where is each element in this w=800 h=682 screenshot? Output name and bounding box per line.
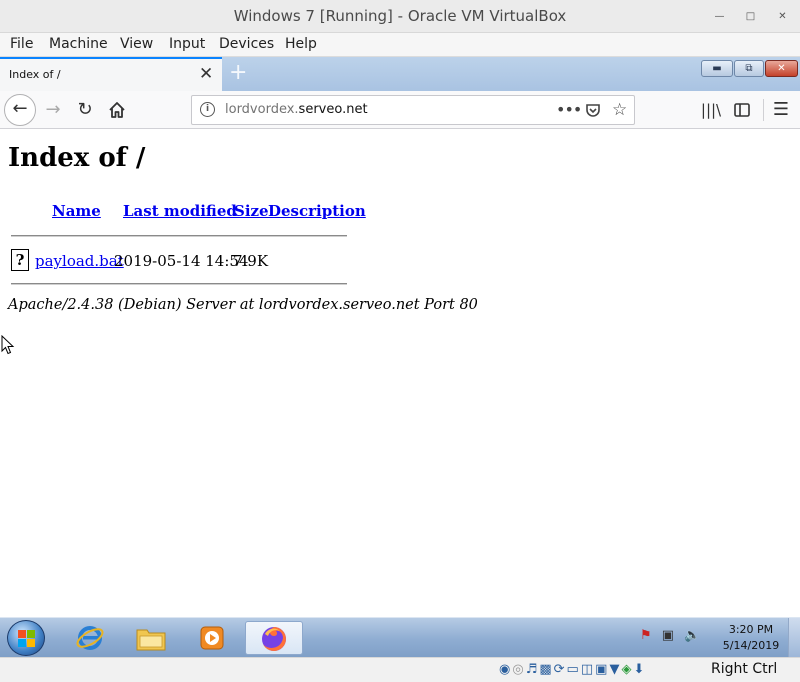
column-header-size[interactable]: Size — [234, 202, 269, 220]
forward-arrow-icon[interactable]: → — [40, 95, 66, 125]
guest-close-icon[interactable]: ✕ — [765, 60, 798, 77]
volume-icon[interactable]: 🔈 — [684, 628, 700, 643]
taskbar: ⚑ ▣ 🔈 3:20 PM 5/14/2019 — [0, 617, 800, 658]
vbox-menubar: File Machine View Input Devices Help — [0, 33, 800, 57]
tab-title: Index of / — [9, 68, 61, 81]
windows-explorer-icon[interactable] — [123, 621, 179, 655]
optical-drive-icon[interactable]: ◎ — [512, 662, 525, 677]
sidebar-icon[interactable] — [729, 95, 755, 127]
pocket-icon[interactable] — [585, 99, 601, 124]
new-tab-icon[interactable]: + — [229, 60, 247, 86]
bookmark-star-icon[interactable]: ☆ — [612, 99, 627, 121]
show-desktop-button[interactable] — [788, 618, 800, 658]
start-button[interactable] — [7, 620, 45, 656]
toolbar-separator — [763, 99, 764, 121]
menu-help[interactable]: Help — [285, 36, 317, 52]
divider — [11, 235, 347, 237]
action-center-icon[interactable]: ⚑ — [640, 628, 652, 643]
hard-disk-icon[interactable]: ◉ — [499, 662, 512, 677]
vbox-window-title: Windows 7 [Running] - Oracle VM VirtualB… — [233, 7, 567, 25]
menu-input[interactable]: Input — [169, 36, 205, 52]
page-actions-icon[interactable]: ••• — [556, 99, 582, 121]
clock[interactable]: 3:20 PM 5/14/2019 — [718, 622, 784, 654]
page-title: Index of / — [8, 143, 146, 173]
network-icon[interactable]: ▣ — [662, 628, 674, 643]
unknown-file-icon: ? — [11, 249, 29, 271]
menu-devices[interactable]: Devices — [219, 36, 274, 52]
shared-folders-icon[interactable]: ▭ — [567, 662, 581, 677]
windows-media-player-icon[interactable] — [184, 621, 240, 655]
url-text[interactable]: lordvordex.serveo.net — [225, 102, 368, 117]
vbox-statusbar: ◉◎♬▩⟳▭◫▣▼◈⬇ Right Ctrl — [0, 657, 800, 682]
url-bar[interactable]: i lordvordex.serveo.net ••• ☆ — [191, 95, 635, 125]
network-adapter-icon[interactable]: ▩ — [539, 662, 553, 677]
keyboard-capture-icon[interactable]: ⬇ — [633, 662, 646, 677]
maximize-icon[interactable]: □ — [742, 8, 759, 25]
firefox-taskbar-icon[interactable] — [245, 621, 303, 655]
file-modified: 2019-05-14 14:54 — [114, 252, 249, 270]
hamburger-menu-icon[interactable]: ☰ — [768, 95, 794, 125]
column-header-description[interactable]: Description — [268, 202, 366, 220]
library-icon[interactable]: |||\ — [698, 95, 724, 125]
vbox-titlebar[interactable]: Windows 7 [Running] - Oracle VM VirtualB… — [0, 0, 800, 33]
file-link[interactable]: payload.bat — [35, 252, 124, 270]
mouse-cursor-icon — [1, 335, 15, 355]
file-size: 7.9K — [233, 252, 269, 270]
display-icon[interactable]: ◫ — [581, 662, 595, 677]
host-key-label: Right Ctrl — [711, 661, 778, 677]
server-signature: Apache/2.4.38 (Debian) Server at lordvor… — [8, 297, 478, 313]
home-icon[interactable] — [104, 95, 130, 129]
guest-restore-icon[interactable]: ⧉ — [734, 60, 764, 77]
audio-icon[interactable]: ♬ — [526, 662, 540, 677]
windows-logo-icon — [18, 630, 35, 647]
browser-toolbar: ← → ↻ i lordvordex.serveo.net ••• ☆ |||\… — [0, 91, 800, 129]
video-capture-icon[interactable]: ▣ — [595, 662, 609, 677]
device-status-icons[interactable]: ◉◎♬▩⟳▭◫▣▼◈⬇ — [499, 662, 646, 677]
system-tray: ⚑ ▣ 🔈 — [640, 628, 700, 643]
column-header-name[interactable]: Name — [52, 202, 101, 220]
back-arrow-icon[interactable]: ← — [4, 94, 36, 126]
guest-minimize-icon[interactable]: ▬ — [701, 60, 733, 77]
minimize-icon[interactable]: — — [711, 8, 728, 25]
tab-close-icon[interactable]: ✕ — [199, 64, 213, 84]
mouse-integration-icon[interactable]: ◈ — [621, 662, 633, 677]
clock-date: 5/14/2019 — [722, 639, 780, 652]
internet-explorer-icon[interactable] — [62, 621, 118, 655]
clock-time: 3:20 PM — [728, 623, 774, 636]
column-header-last-modified[interactable]: Last modified — [123, 202, 237, 220]
usb-icon[interactable]: ⟳ — [554, 662, 567, 677]
browser-tab[interactable]: Index of / ✕ — [0, 57, 222, 91]
menu-file[interactable]: File — [10, 36, 33, 52]
info-icon[interactable]: i — [200, 102, 215, 117]
virtualization-icon[interactable]: ▼ — [609, 662, 621, 677]
browser-tab-strip: Index of / ✕ + ▬ ⧉ ✕ — [0, 57, 800, 91]
menu-view[interactable]: View — [120, 36, 153, 52]
menu-machine[interactable]: Machine — [49, 36, 108, 52]
divider — [11, 283, 347, 285]
reload-icon[interactable]: ↻ — [72, 95, 98, 125]
close-icon[interactable]: ✕ — [774, 8, 791, 25]
